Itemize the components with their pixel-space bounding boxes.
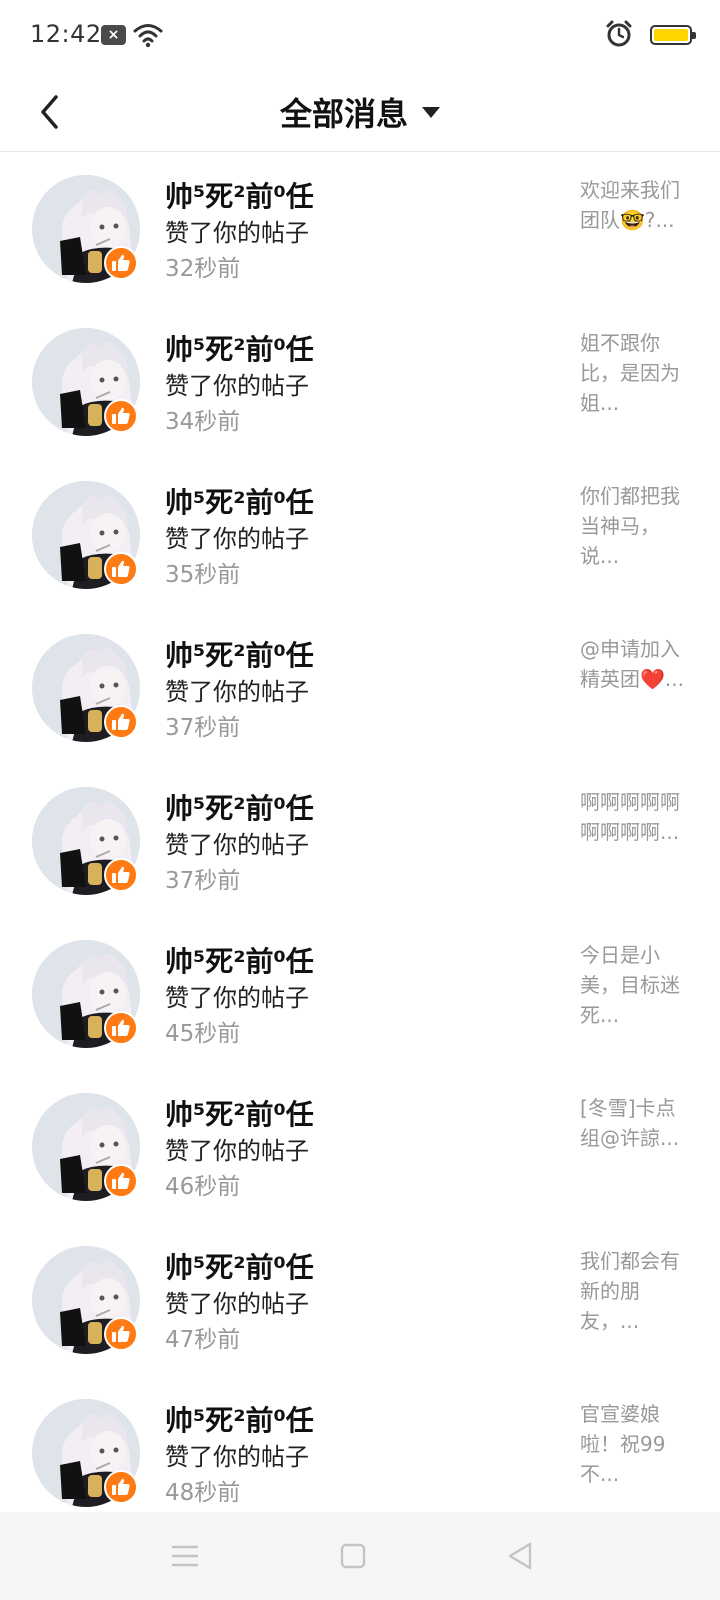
like-badge-icon	[104, 1011, 138, 1045]
like-badge-icon	[104, 1164, 138, 1198]
post-preview[interactable]: 今日是小美，目标迷死...	[580, 940, 690, 1030]
notification-item[interactable]: 帅⁵死²前⁰任 赞了你的帖子 37秒前 @申请加入精英团❤️...	[0, 612, 720, 768]
notification-action: 赞了你的帖子	[165, 984, 309, 1012]
like-badge-icon	[104, 1470, 138, 1504]
back-triangle-icon	[508, 1542, 532, 1570]
status-time: 12:42	[30, 20, 102, 48]
notification-item[interactable]: 帅⁵死²前⁰任 赞了你的帖子 37秒前 啊啊啊啊啊啊啊啊啊...	[0, 765, 720, 921]
header-bar: 全部消息	[0, 72, 720, 152]
like-badge-icon	[104, 858, 138, 892]
page-title: 全部消息	[279, 95, 408, 133]
post-preview[interactable]: [冬雪]卡点组@许諒...	[580, 1093, 690, 1153]
notification-time: 46秒前	[165, 1174, 241, 1200]
like-badge-icon	[104, 552, 138, 586]
post-preview[interactable]: @申请加入精英团❤️...	[580, 634, 690, 694]
notification-time: 34秒前	[165, 409, 241, 435]
post-preview[interactable]: 欢迎来我们团队🤓?...	[580, 175, 690, 235]
like-badge-icon	[104, 399, 138, 433]
notification-username[interactable]: 帅⁵死²前⁰任	[165, 787, 314, 827]
notification-action: 赞了你的帖子	[165, 831, 309, 859]
battery-icon	[650, 25, 696, 45]
notification-username[interactable]: 帅⁵死²前⁰任	[165, 1399, 314, 1439]
notification-time: 45秒前	[165, 1021, 241, 1047]
notification-action: 赞了你的帖子	[165, 678, 309, 706]
notification-item[interactable]: 帅⁵死²前⁰任 赞了你的帖子 32秒前 欢迎来我们团队🤓?...	[0, 153, 720, 309]
notification-username[interactable]: 帅⁵死²前⁰任	[165, 1093, 314, 1133]
message-filter-dropdown[interactable]: 全部消息	[0, 72, 720, 152]
notification-item[interactable]: 帅⁵死²前⁰任 赞了你的帖子 45秒前 今日是小美，目标迷死...	[0, 918, 720, 1074]
notification-item[interactable]: 帅⁵死²前⁰任 赞了你的帖子 34秒前 姐不跟你比，是因为姐...	[0, 306, 720, 462]
notification-username[interactable]: 帅⁵死²前⁰任	[165, 940, 314, 980]
menu-button[interactable]	[163, 1534, 207, 1578]
alarm-icon	[606, 20, 632, 47]
notification-username[interactable]: 帅⁵死²前⁰任	[165, 1246, 314, 1286]
post-preview[interactable]: 你们都把我当神马，说...	[580, 481, 690, 571]
menu-icon	[171, 1545, 199, 1567]
notification-username[interactable]: 帅⁵死²前⁰任	[165, 634, 314, 674]
like-badge-icon	[104, 705, 138, 739]
post-preview[interactable]: 啊啊啊啊啊啊啊啊啊...	[580, 787, 690, 847]
notification-action: 赞了你的帖子	[165, 219, 309, 247]
caret-down-icon	[422, 106, 440, 118]
system-back-button[interactable]	[498, 1534, 542, 1578]
notification-item[interactable]: 帅⁵死²前⁰任 赞了你的帖子 47秒前 我们都会有新的朋友，...	[0, 1224, 720, 1380]
notification-username[interactable]: 帅⁵死²前⁰任	[165, 328, 314, 368]
like-badge-icon	[104, 1317, 138, 1351]
notification-username[interactable]: 帅⁵死²前⁰任	[165, 481, 314, 521]
notification-time: 37秒前	[165, 868, 241, 894]
notification-action: 赞了你的帖子	[165, 1443, 309, 1471]
notification-time: 37秒前	[165, 715, 241, 741]
notification-time: 47秒前	[165, 1327, 241, 1353]
notification-list[interactable]: 帅⁵死²前⁰任 赞了你的帖子 32秒前 欢迎来我们团队🤓?... 帅⁵死²前⁰任…	[0, 153, 720, 1513]
close-notification-icon: ×	[101, 25, 126, 45]
notification-item[interactable]: 帅⁵死²前⁰任 赞了你的帖子 48秒前 官宣婆娘啦！祝99不...	[0, 1377, 720, 1513]
post-preview[interactable]: 姐不跟你比，是因为姐...	[580, 328, 690, 418]
notification-action: 赞了你的帖子	[165, 1137, 309, 1165]
status-bar: 12:42 ×	[0, 0, 720, 72]
notification-time: 35秒前	[165, 562, 241, 588]
like-badge-icon	[104, 246, 138, 280]
post-preview[interactable]: 官宣婆娘啦！祝99不...	[580, 1399, 690, 1489]
notification-action: 赞了你的帖子	[165, 1290, 309, 1318]
notification-item[interactable]: 帅⁵死²前⁰任 赞了你的帖子 35秒前 你们都把我当神马，说...	[0, 459, 720, 615]
home-square-icon	[340, 1543, 366, 1569]
home-button[interactable]	[331, 1534, 375, 1578]
system-nav-bar	[0, 1512, 720, 1600]
notification-action: 赞了你的帖子	[165, 525, 309, 553]
notification-time: 32秒前	[165, 256, 241, 282]
notification-item[interactable]: 帅⁵死²前⁰任 赞了你的帖子 46秒前 [冬雪]卡点组@许諒...	[0, 1071, 720, 1227]
notification-action: 赞了你的帖子	[165, 372, 309, 400]
notification-time: 48秒前	[165, 1480, 241, 1506]
wifi-icon	[133, 24, 163, 48]
post-preview[interactable]: 我们都会有新的朋友，...	[580, 1246, 690, 1336]
notification-username[interactable]: 帅⁵死²前⁰任	[165, 175, 314, 215]
